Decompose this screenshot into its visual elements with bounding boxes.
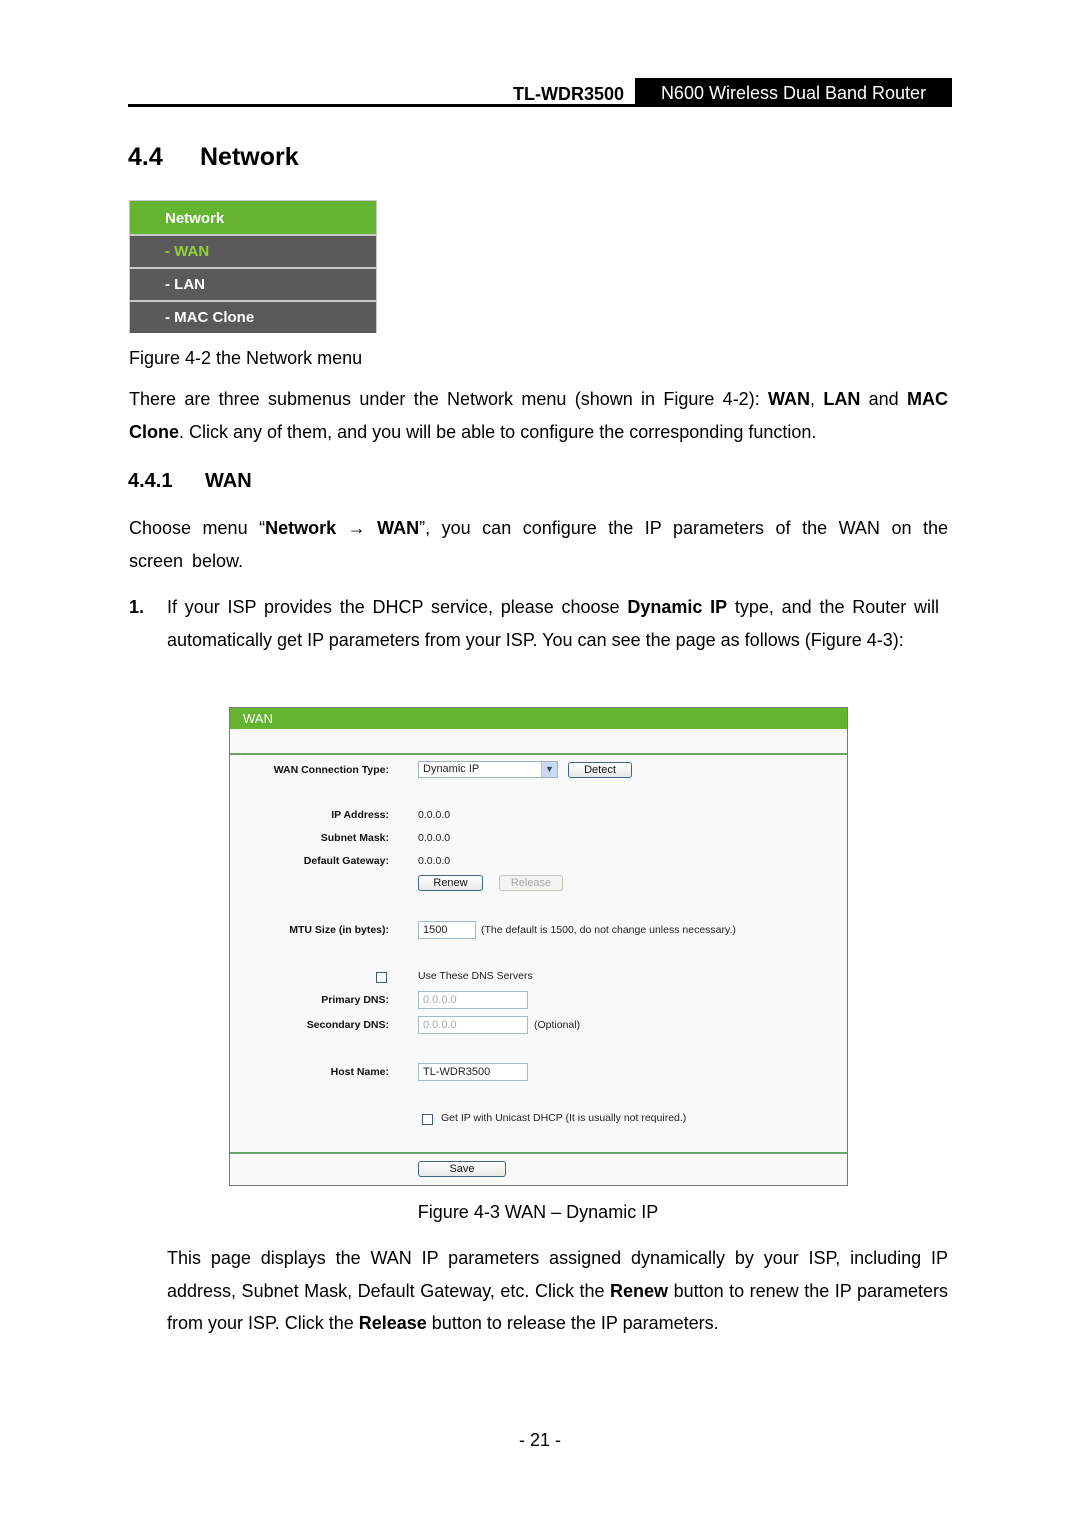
- default-gateway-value: 0.0.0.0: [418, 855, 451, 867]
- unicast-dhcp-checkbox[interactable]: [422, 1114, 433, 1125]
- wan-settings-panel: WAN WAN Connection Type: Dynamic IP ▼ De…: [229, 707, 848, 1186]
- section-title: Network: [200, 143, 299, 171]
- mtu-note: (The default is 1500, do not change unle…: [481, 924, 736, 936]
- section-number: 4.4: [128, 143, 163, 171]
- host-name-label: Host Name:: [330, 1066, 389, 1078]
- ip-address-value: 0.0.0.0: [418, 809, 451, 821]
- menu-item-mac-clone[interactable]: - MAC Clone: [130, 302, 376, 333]
- header-model: TL-WDR3500: [512, 84, 624, 104]
- network-menu-figure: Network - WAN - LAN - MAC Clone: [129, 200, 377, 333]
- renew-button[interactable]: Renew: [418, 875, 483, 891]
- intro-paragraph: There are three submenus under the Netwo…: [129, 389, 948, 442]
- save-button[interactable]: Save: [418, 1161, 506, 1177]
- wan-panel-title: WAN: [230, 708, 847, 729]
- choose-menu-paragraph: Choose menu “Network → WAN”, you can con…: [129, 518, 948, 571]
- host-name-input[interactable]: TL-WDR3500: [418, 1063, 528, 1081]
- subnet-mask-label: Subnet Mask:: [320, 832, 389, 844]
- mtu-label: MTU Size (in bytes):: [289, 924, 389, 936]
- figure-4-2-caption: Figure 4-2 the Network menu: [129, 348, 363, 368]
- primary-dns-label: Primary DNS:: [321, 994, 389, 1006]
- primary-dns-input[interactable]: 0.0.0.0: [418, 991, 528, 1009]
- divider: [230, 753, 847, 755]
- menu-item-lan[interactable]: - LAN: [130, 269, 376, 300]
- unicast-dhcp-label: Get IP with Unicast DHCP (It is usually …: [441, 1112, 687, 1124]
- subnet-mask-value: 0.0.0.0: [418, 832, 451, 844]
- subsection-title: WAN: [205, 470, 252, 492]
- page-number: - 21 -: [518, 1430, 561, 1450]
- mtu-input[interactable]: 1500: [418, 921, 476, 939]
- subsection-heading: 4.4.1 WAN: [128, 466, 252, 496]
- header-product: N600 Wireless Dual Band Router: [635, 78, 952, 107]
- divider: [230, 1152, 847, 1154]
- figure-4-3-caption: Figure 4-3 WAN – Dynamic IP: [417, 1202, 659, 1222]
- chevron-down-icon[interactable]: ▼: [541, 762, 557, 777]
- step-number: 1.: [129, 597, 145, 617]
- use-dns-label: Use These DNS Servers: [418, 970, 533, 982]
- release-button[interactable]: Release: [499, 875, 563, 891]
- use-dns-checkbox[interactable]: [376, 972, 387, 983]
- connection-type-select[interactable]: Dynamic IP ▼: [418, 761, 558, 778]
- secondary-dns-label: Secondary DNS:: [306, 1019, 389, 1031]
- step-1-paragraph: If your ISP provides the DHCP service, p…: [167, 597, 939, 650]
- ip-address-label: IP Address:: [331, 809, 389, 821]
- detect-button[interactable]: Detect: [568, 762, 632, 778]
- description-paragraph: This page displays the WAN IP parameters…: [167, 1248, 948, 1333]
- default-gateway-label: Default Gateway:: [303, 855, 389, 867]
- menu-item-wan[interactable]: - WAN: [130, 236, 376, 267]
- header-rule: [128, 104, 952, 107]
- subsection-number: 4.4.1: [128, 470, 173, 492]
- secondary-dns-note: (Optional): [534, 1019, 581, 1031]
- section-heading: 4.4 Network: [128, 140, 299, 174]
- connection-type-value: Dynamic IP: [423, 763, 480, 775]
- secondary-dns-input[interactable]: 0.0.0.0: [418, 1016, 528, 1034]
- connection-type-label: WAN Connection Type:: [273, 764, 389, 776]
- menu-network[interactable]: Network: [130, 201, 376, 234]
